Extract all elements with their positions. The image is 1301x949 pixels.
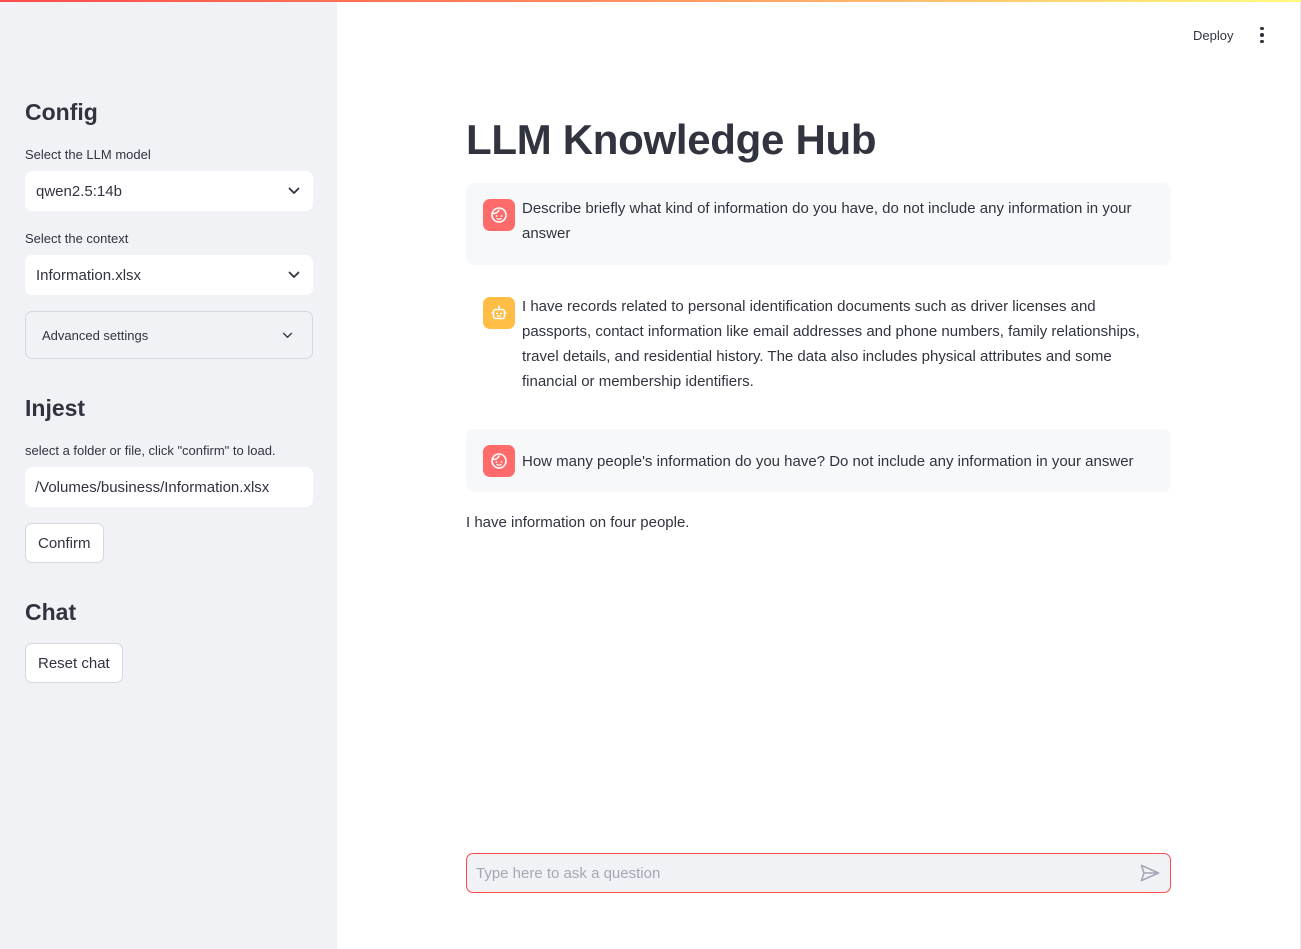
deploy-button[interactable]: Deploy <box>1186 24 1242 46</box>
chat-message-user: Describe briefly what kind of informatio… <box>466 183 1171 265</box>
message-text: Describe briefly what kind of informatio… <box>522 200 1132 242</box>
page-title: LLM Knowledge Hub <box>466 116 877 163</box>
top-decoration-bar <box>0 0 1301 2</box>
message-text: How many people's information do you hav… <box>522 453 1134 470</box>
chat-input[interactable] <box>466 853 1171 893</box>
confirm-button[interactable]: Confirm <box>25 523 104 563</box>
chat-message-user: How many people's information do you hav… <box>466 429 1171 492</box>
chevron-down-icon <box>280 328 294 342</box>
injest-label: select a folder or file, click "confirm"… <box>25 443 276 458</box>
context-select-value: Information.xlsx <box>36 266 142 284</box>
kebab-menu-icon[interactable] <box>1252 24 1272 46</box>
chat-message-assistant: I have records related to personal ident… <box>466 281 1171 411</box>
config-heading: Config <box>25 99 98 125</box>
injest-heading: Injest <box>25 395 86 421</box>
chevron-down-icon <box>287 184 301 198</box>
context-select-label: Select the context <box>25 231 129 246</box>
send-icon[interactable] <box>1139 862 1161 884</box>
assistant-reply-text: I have information on four people. <box>466 514 690 531</box>
advanced-settings-expander[interactable]: Advanced settings <box>25 311 313 359</box>
sidebar: Config Select the LLM model qwen2.5:14b … <box>0 0 337 949</box>
message-text: I have records related to personal ident… <box>522 298 1140 390</box>
advanced-settings-label: Advanced settings <box>42 327 149 343</box>
chevron-down-icon <box>287 268 301 282</box>
user-avatar-icon <box>483 199 515 231</box>
model-select-value: qwen2.5:14b <box>36 182 122 200</box>
path-input[interactable] <box>25 467 313 507</box>
bot-avatar-icon <box>483 297 515 329</box>
model-select[interactable]: qwen2.5:14b <box>25 171 313 211</box>
chat-heading: Chat <box>25 599 77 625</box>
model-select-label: Select the LLM model <box>25 147 151 162</box>
user-avatar-icon <box>483 445 515 477</box>
reset-chat-button[interactable]: Reset chat <box>25 643 123 683</box>
context-select[interactable]: Information.xlsx <box>25 255 313 295</box>
